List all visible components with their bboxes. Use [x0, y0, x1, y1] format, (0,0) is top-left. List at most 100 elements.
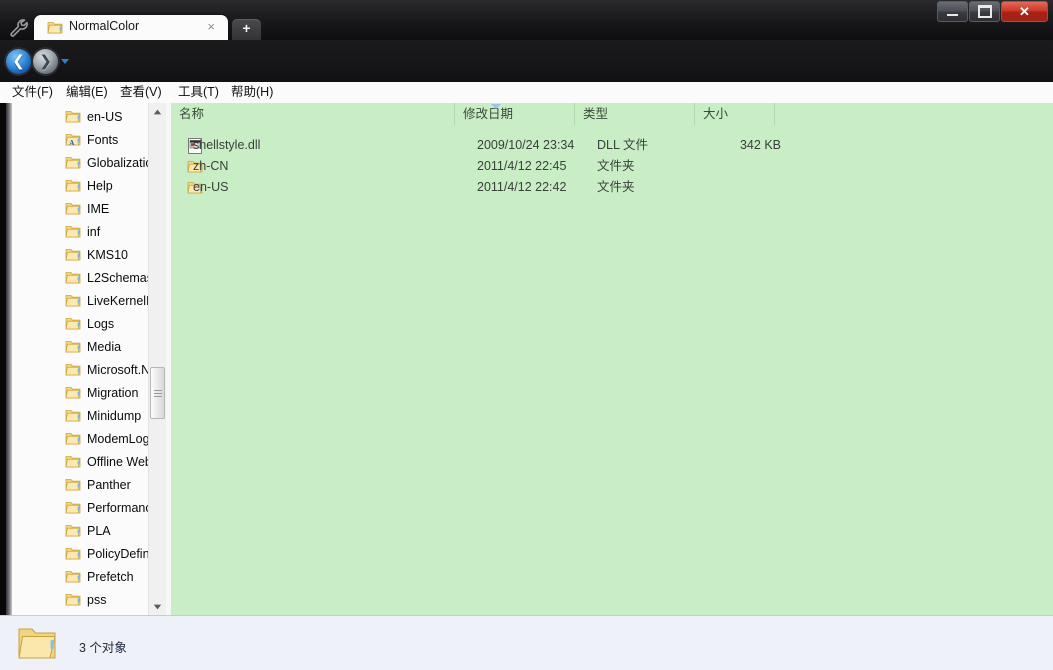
folder-icon: [65, 431, 81, 446]
sidebar-item-label: KMS10: [87, 247, 128, 262]
sidebar-item-label: Media: [87, 339, 122, 354]
folder-icon: [65, 523, 81, 538]
sidebar-item-label: Migration: [87, 385, 139, 400]
cell-size: 342 KB: [739, 138, 781, 152]
folder-icon: [65, 500, 81, 515]
folder-icon: [65, 178, 81, 193]
cell-name: en-US: [193, 180, 229, 194]
column-header-2[interactable]: 类型: [575, 103, 695, 125]
scrollbar-thumb[interactable]: [150, 367, 165, 419]
folder-icon: [65, 385, 81, 400]
folder-icon: [65, 155, 81, 170]
window-controls: ✕: [936, 1, 1048, 22]
scroll-down-button[interactable]: [149, 598, 166, 615]
sidebar-item-label: LiveKernelR: [87, 293, 156, 308]
menu-item-0[interactable]: 文件(F): [12, 84, 53, 101]
sidebar-item-label: en-US: [87, 109, 123, 124]
menu-bar: 文件(F) 编辑(E) 查看(V) 工具(T) 帮助(H): [0, 82, 1053, 104]
column-headers: 名称 修改日期 类型 大小: [171, 103, 1053, 125]
sidebar-item-label: Prefetch: [87, 569, 134, 584]
minimize-icon: [947, 13, 958, 16]
folder-icon: [65, 408, 81, 423]
sidebar-item-label: Offline Web: [87, 454, 152, 469]
menu-item-1[interactable]: 编辑(E): [66, 84, 108, 101]
sidebar-item-label: pss: [87, 592, 107, 607]
table-row[interactable]: shellstyle.dll 2009/10/24 23:34 DLL 文件 342 …: [171, 135, 1053, 156]
sidebar-item-label: Minidump: [87, 408, 142, 423]
sidebar-item-label: L2Schemas: [87, 270, 154, 285]
folder-icon: [65, 293, 81, 308]
chevron-up-icon: [153, 109, 162, 114]
folder-icon: [65, 569, 81, 584]
column-header-1[interactable]: 修改日期: [455, 103, 575, 125]
tab-title: NormalColor: [69, 19, 140, 33]
folder-icon: [65, 546, 81, 561]
column-header-0[interactable]: 名称: [171, 103, 455, 125]
cell-type: 文件夹: [597, 180, 635, 194]
cell-date: 2011/4/12 22:45: [477, 159, 567, 173]
new-tab-button[interactable]: +: [232, 19, 261, 40]
column-header-3[interactable]: 大小: [695, 103, 775, 125]
cell-name: shellstyle.dll: [193, 138, 261, 152]
minimize-button[interactable]: [937, 1, 968, 22]
menu-item-2[interactable]: 查看(V): [120, 84, 162, 101]
close-button[interactable]: ✕: [1001, 1, 1048, 22]
folder-icon: [65, 477, 81, 492]
folder-icon: [65, 362, 81, 377]
sidebar-item-label: inf: [87, 224, 101, 239]
folder-icon: [17, 624, 57, 662]
close-icon: ✕: [1019, 4, 1030, 19]
title-bar: NormalColor × + ✕: [0, 0, 1053, 40]
table-row[interactable]: en-US 2011/4/12 22:42 文件夹: [171, 177, 1053, 198]
cell-type: DLL 文件: [597, 138, 648, 152]
sidebar-item-label: Help: [87, 178, 113, 193]
browser-tab-normalcolor[interactable]: NormalColor ×: [34, 15, 228, 40]
sidebar-item-label: PLA: [87, 523, 111, 538]
sidebar-item-label: Panther: [87, 477, 131, 492]
back-button[interactable]: ❮: [6, 49, 31, 74]
file-list[interactable]: 名称 修改日期 类型 大小 shellstyle.dll 2009/10/24 23:3…: [171, 103, 1053, 615]
menu-item-4[interactable]: 帮助(H): [231, 84, 273, 101]
cell-date: 2011/4/12 22:42: [477, 180, 567, 194]
folder-icon: [65, 454, 81, 469]
sidebar-item-label: ModemLog: [87, 431, 150, 446]
grip-icon: [153, 388, 162, 399]
maximize-button[interactable]: [969, 1, 1000, 22]
plus-icon: +: [242, 20, 251, 36]
sidebar-item-label: Logs: [87, 316, 115, 331]
arrow-right-icon: ❯: [39, 53, 52, 70]
file-rows: shellstyle.dll 2009/10/24 23:34 DLL 文件 342 …: [171, 135, 1053, 198]
content-area: en-US A Fonts Globalizatio Help IME inf KMS10 L2…: [0, 103, 1053, 615]
folder-icon: [65, 224, 81, 239]
status-bar: 3 个对象: [0, 615, 1053, 670]
sidebar-scrollbar[interactable]: [148, 103, 166, 615]
arrow-left-icon: ❮: [12, 53, 25, 70]
sidebar-item-label: Performanc: [87, 500, 152, 515]
sort-ascending-icon: [491, 104, 501, 109]
scroll-up-button[interactable]: [149, 103, 166, 120]
sidebar-item-label: Globalizatio: [87, 155, 153, 170]
wrench-icon[interactable]: [9, 18, 31, 38]
cell-type: 文件夹: [597, 159, 635, 173]
menu-item-3[interactable]: 工具(T): [178, 84, 219, 101]
explorer-window: NormalColor × + ✕ ❮ ❯ 文件(F) 编辑(E) 查看(V) …: [0, 0, 1053, 670]
folder-icon: [65, 592, 81, 607]
forward-button[interactable]: ❯: [33, 49, 58, 74]
folder-icon: [47, 20, 63, 35]
folder-icon: [65, 270, 81, 285]
maximize-icon: [977, 5, 992, 18]
cell-name: zh-CN: [193, 159, 229, 173]
sidebar-item-label: Microsoft.N: [87, 362, 151, 377]
table-row[interactable]: zh-CN 2011/4/12 22:45 文件夹: [171, 156, 1053, 177]
window-left-shadow: [0, 103, 6, 615]
close-icon[interactable]: ×: [207, 19, 215, 35]
cell-date: 2009/10/24 23:34: [477, 138, 575, 152]
recent-pages-chevron-down-icon[interactable]: [61, 59, 69, 64]
sidebar-item-label: IME: [87, 201, 110, 216]
fonts-folder-icon: A: [65, 132, 81, 147]
folder-icon: [65, 201, 81, 216]
sidebar-item-label: Fonts: [87, 132, 119, 147]
folder-icon: [65, 247, 81, 262]
navigation-pane: en-US A Fonts Globalizatio Help IME inf KMS10 L2…: [12, 103, 166, 615]
folder-icon: [65, 316, 81, 331]
